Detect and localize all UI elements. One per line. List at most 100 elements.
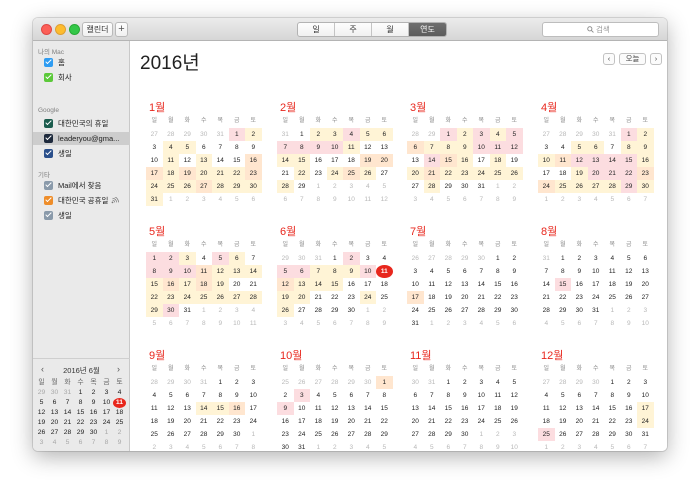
day-cell[interactable]: 31	[473, 180, 490, 193]
month-name[interactable]: 9월	[149, 347, 165, 363]
day-cell[interactable]: 20	[229, 278, 246, 291]
day-cell[interactable]: 26	[359, 167, 376, 180]
day-cell[interactable]: 29	[163, 376, 180, 389]
day-cell[interactable]: 24	[588, 291, 605, 304]
day-cell[interactable]: 29	[343, 376, 360, 389]
calendar-item[interactable]: 생일	[33, 209, 130, 222]
day-cell[interactable]: 17	[327, 154, 344, 167]
calendar-checkbox[interactable]	[44, 196, 53, 205]
day-cell[interactable]: 25	[490, 415, 507, 428]
day-cell[interactable]: 27	[228, 291, 245, 304]
day-cell[interactable]: 7	[294, 193, 311, 206]
mini-day-cell[interactable]: 5	[61, 438, 74, 448]
mini-day-cell[interactable]: 9	[113, 438, 126, 448]
day-cell[interactable]: 25	[554, 180, 571, 193]
day-cell[interactable]: 9	[457, 389, 474, 402]
day-cell[interactable]: 5	[212, 252, 229, 265]
day-cell[interactable]: 10	[326, 141, 343, 154]
day-cell[interactable]: 5	[310, 317, 327, 330]
day-cell[interactable]: 17	[637, 402, 654, 415]
mini-day-cell[interactable]: 31	[61, 388, 74, 398]
day-cell[interactable]: 5	[604, 193, 621, 206]
day-cell[interactable]: 28	[407, 128, 424, 141]
day-cell[interactable]: 4	[360, 180, 377, 193]
day-cell[interactable]: 26	[212, 291, 229, 304]
mini-day-cell[interactable]: 22	[74, 418, 87, 428]
day-cell[interactable]: 25	[604, 291, 621, 304]
day-cell[interactable]: 24	[245, 415, 262, 428]
day-cell[interactable]: 7	[588, 389, 605, 402]
day-cell[interactable]: 5	[376, 441, 393, 451]
day-cell[interactable]: 10	[637, 389, 654, 402]
view-year-tab[interactable]: 연도	[409, 23, 446, 36]
day-cell[interactable]: 11	[195, 265, 212, 278]
day-cell[interactable]: 21	[538, 291, 555, 304]
day-cell[interactable]: 22	[228, 167, 245, 180]
day-cell[interactable]: 26	[294, 376, 311, 389]
day-cell[interactable]: 22	[146, 291, 163, 304]
day-cell[interactable]: 8	[620, 141, 637, 154]
day-cell[interactable]: 7	[277, 141, 294, 154]
day-cell[interactable]: 22	[604, 415, 621, 428]
day-cell[interactable]: 4	[179, 441, 196, 451]
day-cell[interactable]: 4	[294, 317, 311, 330]
day-cell[interactable]: 16	[343, 278, 360, 291]
view-month-tab[interactable]: 월	[372, 23, 409, 36]
day-cell[interactable]: 29	[179, 128, 196, 141]
day-cell[interactable]: 23	[506, 291, 523, 304]
day-cell[interactable]: 5	[229, 193, 246, 206]
day-cell[interactable]: 15	[376, 402, 393, 415]
day-cell[interactable]: 6	[245, 193, 262, 206]
day-cell[interactable]: 11	[489, 141, 506, 154]
view-week-tab[interactable]: 주	[335, 23, 372, 36]
day-cell[interactable]: 20	[407, 415, 424, 428]
day-cell[interactable]: 2	[440, 317, 457, 330]
day-cell[interactable]: 9	[490, 441, 507, 451]
day-cell[interactable]: 5	[555, 317, 572, 330]
day-cell[interactable]: 28	[310, 304, 327, 317]
day-cell[interactable]: 11	[554, 154, 571, 167]
calendar-checkbox[interactable]	[44, 58, 53, 67]
day-cell[interactable]: 23	[343, 291, 360, 304]
mini-day-cell[interactable]: 5	[35, 398, 48, 408]
day-cell[interactable]: 6	[179, 389, 196, 402]
mini-day-cell[interactable]: 20	[48, 418, 61, 428]
mini-day-cell[interactable]: 18	[113, 408, 126, 418]
day-cell[interactable]: 6	[457, 193, 474, 206]
day-cell[interactable]: 8	[310, 193, 327, 206]
day-cell[interactable]: 12	[571, 154, 588, 167]
day-cell[interactable]: 12	[179, 154, 196, 167]
day-cell[interactable]: 17	[179, 278, 196, 291]
day-cell[interactable]: 6	[228, 252, 245, 265]
day-cell[interactable]: 11	[490, 389, 507, 402]
day-cell[interactable]: 26	[440, 304, 457, 317]
day-cell[interactable]: 9	[637, 141, 654, 154]
day-cell[interactable]: 13	[637, 265, 654, 278]
day-cell[interactable]: 14	[473, 278, 490, 291]
day-cell[interactable]: 10	[637, 317, 654, 330]
day-cell[interactable]: 13	[293, 278, 310, 291]
day-cell[interactable]: 31	[146, 193, 163, 206]
day-cell[interactable]: 30	[637, 180, 654, 193]
day-cell[interactable]: 10	[538, 154, 555, 167]
day-cell[interactable]: 21	[245, 278, 262, 291]
day-cell[interactable]: 17	[294, 415, 311, 428]
day-cell[interactable]: 13	[457, 278, 474, 291]
mini-day-cell[interactable]: 6	[48, 398, 61, 408]
day-cell[interactable]: 1	[360, 304, 377, 317]
day-cell[interactable]: 6	[637, 252, 654, 265]
day-cell[interactable]: 7	[245, 252, 262, 265]
day-cell[interactable]: 28	[604, 180, 621, 193]
day-cell[interactable]: 29	[376, 428, 393, 441]
day-cell[interactable]: 27	[146, 128, 163, 141]
today-cell[interactable]: 11	[376, 265, 393, 278]
day-cell[interactable]: 13	[587, 154, 604, 167]
day-cell[interactable]: 6	[571, 317, 588, 330]
day-cell[interactable]: 21	[473, 291, 490, 304]
day-cell[interactable]: 15	[212, 402, 229, 415]
day-cell[interactable]: 23	[162, 291, 179, 304]
day-cell[interactable]: 9	[162, 265, 179, 278]
day-cell[interactable]: 9	[343, 265, 360, 278]
day-cell[interactable]: 6	[327, 317, 344, 330]
day-cell[interactable]: 1	[327, 252, 344, 265]
